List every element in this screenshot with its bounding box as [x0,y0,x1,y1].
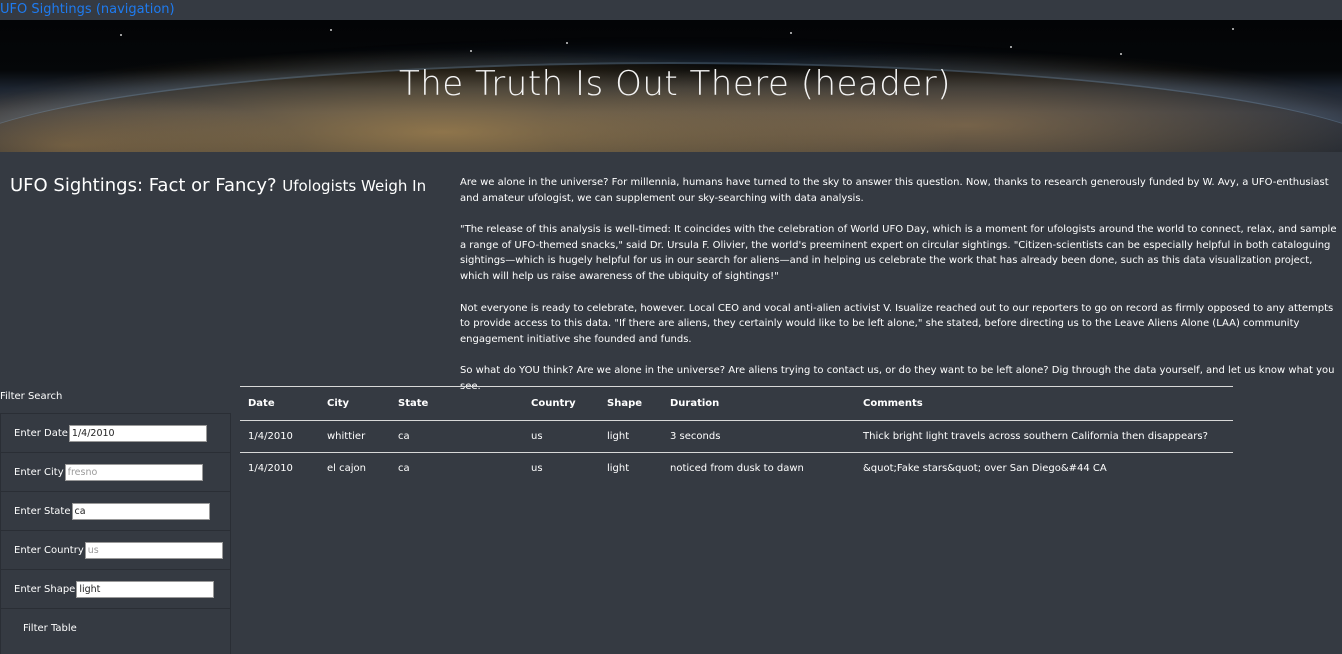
ufo-table-container: Date City State Country Shape Duration C… [240,386,1233,484]
nav-brand-link[interactable]: UFO Sightings (navigation) [0,2,175,17]
column-header-date: Date [248,398,275,409]
city-input[interactable] [64,463,203,481]
filter-row-country: Enter Country [1,531,230,570]
shape-label: Enter Shape [14,583,76,595]
filter-row-shape: Enter Shape [1,570,230,609]
ufo-table: Date City State Country Shape Duration C… [240,386,1233,484]
cell-date: 1/4/2010 [248,431,293,442]
cell-duration: noticed from dusk to dawn [670,463,804,474]
column-header-comments: Comments [863,398,923,409]
article-paragraph-1: Are we alone in the universe? For millen… [460,177,1329,204]
column-header-shape: Shape [607,398,643,409]
cell-country: us [531,431,543,442]
cell-country: us [531,463,543,474]
intro-section: UFO Sightings: Fact or Fancy? Ufologists… [0,153,1342,392]
header-banner: The Truth Is Out There (header) [0,20,1342,152]
cell-duration: 3 seconds [670,431,721,442]
date-input[interactable] [68,424,207,442]
intro-article: Are we alone in the universe? For millen… [460,175,1340,411]
cell-shape: light [607,431,630,442]
header-title: The Truth Is Out There (header) [398,64,952,104]
date-label: Enter Date [14,427,68,439]
cell-city: whittier [327,431,366,442]
table-row: 1/4/2010 el cajon ca us light noticed fr… [240,453,1233,485]
cell-shape: light [607,463,630,474]
cell-comments: Thick bright light travels across southe… [863,431,1208,442]
cell-state: ca [398,431,410,442]
filter-table-button[interactable]: Filter Table [23,623,77,634]
intro-heading: UFO Sightings: Fact or Fancy? Ufologists… [10,175,426,196]
country-label: Enter Country [14,544,84,556]
cell-date: 1/4/2010 [248,463,293,474]
table-header-row: Date City State Country Shape Duration C… [240,386,1233,421]
intro-subheading: Ufologists Weigh In [282,177,427,195]
state-input[interactable] [71,502,210,520]
country-input[interactable] [84,541,223,559]
cell-state: ca [398,463,410,474]
article-paragraph-3: Not everyone is ready to celebrate, howe… [460,302,1334,345]
table-row: 1/4/2010 whittier ca us light 3 seconds … [240,421,1233,453]
shape-input[interactable] [76,580,215,598]
state-label: Enter State [14,505,71,517]
column-header-state: State [398,398,429,409]
column-header-country: Country [531,398,576,409]
filter-row-state: Enter State [1,492,230,531]
filter-row-date: Enter Date [1,414,230,453]
filter-panel: Enter Date Enter City Enter State Enter … [0,413,231,654]
cell-city: el cajon [327,463,366,474]
filter-row-city: Enter City [1,453,230,492]
column-header-city: City [327,398,350,409]
cell-comments: &quot;Fake stars&quot; over San Diego&#4… [863,463,1107,474]
intro-heading-main: UFO Sightings: Fact or Fancy? [10,175,277,196]
column-header-duration: Duration [670,398,720,409]
filter-search-title: Filter Search [0,391,63,402]
city-label: Enter City [14,466,64,478]
article-paragraph-2: "The release of this analysis is well-ti… [460,224,1337,282]
navbar: UFO Sightings (navigation) [0,0,1342,20]
